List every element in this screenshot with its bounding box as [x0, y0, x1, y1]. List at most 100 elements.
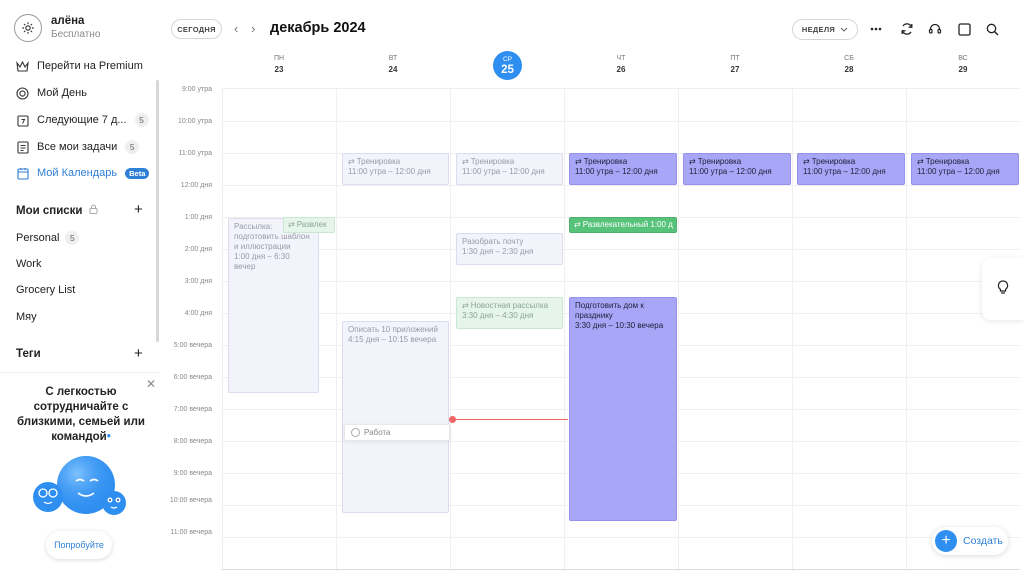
event-training-sun[interactable]: ⇄ Тренировка 11:00 утра – 12:00 дня	[911, 153, 1019, 185]
event-sort-mail[interactable]: Разобрать почту 1:30 дня – 2:30 дня	[456, 233, 563, 265]
time-label: 2:00 дня	[184, 246, 212, 253]
task-title: Работа	[364, 428, 391, 437]
support-headset-icon[interactable]	[927, 21, 943, 37]
event-title: Развлекательный 1:00 д	[582, 220, 673, 229]
event-time: 3:30 дня – 4:30 дня	[462, 311, 534, 320]
event-training-wed[interactable]: ⇄ Тренировка 11:00 утра – 12:00 дня	[456, 153, 563, 185]
day-header-today[interactable]: СР 25	[493, 51, 522, 80]
event-time: 11:00 утра – 12:00 дня	[917, 167, 1000, 176]
search-icon[interactable]	[984, 21, 1000, 37]
event-title: Тренировка	[811, 157, 856, 166]
event-title: Описать 10 приложений	[348, 325, 438, 334]
profile[interactable]: алёна Бесплатно	[14, 14, 100, 42]
sidebar-scrollbar[interactable]	[156, 80, 159, 342]
event-describe-apps[interactable]: Описать 10 приложений 4:15 дня – 10:15 в…	[342, 321, 449, 513]
time-label: 11:00 вечера	[170, 529, 212, 536]
day-header-sun[interactable]: ВС 29	[906, 54, 1020, 76]
divider	[222, 569, 1020, 570]
nav-my-calendar[interactable]: Мой Календарь Beta	[16, 164, 150, 182]
beta-badge: Beta	[125, 167, 150, 179]
create-button[interactable]: + Создать	[932, 527, 1008, 555]
tags-title: Теги	[16, 348, 41, 360]
list-label: Personal	[16, 232, 60, 244]
task-work[interactable]: Работа	[344, 424, 450, 441]
nav-next-7-days[interactable]: Следующие 7 д... 5	[16, 111, 149, 129]
nav-all-tasks[interactable]: Все мои задачи 5	[16, 138, 140, 156]
chevron-left-icon[interactable]: ‹	[234, 22, 238, 35]
time-label: 1:00 дня	[184, 214, 212, 221]
repeat-icon: ⇄	[575, 157, 582, 166]
repeat-icon: ⇄	[288, 220, 295, 229]
nav-my-day[interactable]: Мой День	[16, 84, 87, 102]
hour-line	[222, 121, 1020, 122]
event-mailing[interactable]: Рассылка: подготовить шаблон и иллюстрац…	[228, 218, 319, 393]
day-header-mon[interactable]: ПН 23	[222, 54, 336, 76]
list-icon	[16, 140, 29, 154]
time-label: 12:00 дня	[180, 182, 212, 189]
my-lists-header[interactable]: Мои списки	[16, 204, 98, 217]
time-label: 6:00 вечера	[173, 374, 212, 381]
day-header-thu[interactable]: ЧТ 26	[564, 54, 678, 76]
add-list-plus-icon[interactable]: +	[134, 202, 143, 217]
more-icon[interactable]	[868, 21, 884, 37]
count-badge: 5	[134, 113, 149, 127]
event-prepare-house[interactable]: Подготовить дом к празднику 3:30 дня – 1…	[569, 297, 677, 521]
nav-label: Мой День	[37, 87, 87, 99]
profile-name: алёна	[51, 15, 85, 27]
event-training-sat[interactable]: ⇄ Тренировка 11:00 утра – 12:00 дня	[797, 153, 905, 185]
nav-premium[interactable]: Перейти на Premium	[16, 57, 143, 75]
add-tag-plus-icon[interactable]: +	[134, 346, 143, 361]
view-select-label: НЕДЕЛЯ	[801, 25, 836, 34]
day-column-line	[222, 89, 223, 571]
event-training-tue[interactable]: ⇄ Тренировка 11:00 утра – 12:00 дня	[342, 153, 449, 185]
count-badge: 5	[65, 231, 80, 245]
today-button[interactable]: СЕГОДНЯ	[171, 19, 222, 39]
promo-text: С легкостью сотрудничайте с близкими, се…	[16, 386, 146, 443]
day-header-fri[interactable]: ПТ 27	[678, 54, 792, 76]
day-header-tue[interactable]: ВТ 24	[336, 54, 450, 76]
list-item-personal[interactable]: Personal 5	[16, 231, 80, 245]
calendar-seven-icon	[16, 114, 29, 127]
try-button[interactable]: Попробуйте	[46, 531, 112, 559]
lock-icon	[89, 204, 98, 217]
sync-icon[interactable]	[899, 21, 915, 37]
event-newsletter[interactable]: ⇄ Новостная рассылка 3:30 дня – 4:30 дня	[456, 297, 563, 329]
event-title: Подготовить дом к празднику	[575, 301, 644, 320]
event-fun-thu[interactable]: ⇄ Развлекательный 1:00 д	[569, 217, 677, 233]
day-column-line	[450, 89, 451, 571]
settings-gear-icon[interactable]	[14, 14, 42, 42]
time-label: 7:00 вечера	[173, 406, 212, 413]
repeat-icon: ⇄	[689, 157, 696, 166]
month-title: декабрь 2024	[270, 20, 366, 36]
day-of-week: ПТ	[730, 55, 740, 62]
day-header-sat[interactable]: СБ 28	[792, 54, 906, 76]
event-training-fri[interactable]: ⇄ Тренировка 11:00 утра – 12:00 дня	[683, 153, 791, 185]
list-item-grocery[interactable]: Grocery List	[16, 284, 75, 296]
tips-panel-toggle[interactable]	[982, 258, 1024, 320]
event-time: 1:00 дня – 6:30 вечер	[234, 252, 290, 271]
view-select[interactable]: НЕДЕЛЯ	[792, 19, 858, 40]
nav-label: Следующие 7 д...	[37, 114, 127, 126]
list-item-meow[interactable]: Мяу	[16, 311, 37, 323]
my-lists-title: Мои списки	[16, 204, 83, 217]
day-column-line	[906, 89, 907, 571]
tags-header[interactable]: Теги	[16, 348, 41, 360]
chevron-right-icon[interactable]: ›	[251, 22, 255, 35]
nav-label: Все мои задачи	[37, 141, 118, 153]
time-label: 3:00 дня	[184, 278, 212, 285]
checkbox[interactable]	[351, 428, 360, 437]
repeat-icon: ⇄	[917, 157, 924, 166]
event-title: Разобрать почту	[462, 237, 524, 246]
square-icon[interactable]	[956, 21, 972, 37]
list-item-work[interactable]: Work	[16, 258, 41, 270]
lightbulb-icon	[997, 280, 1009, 298]
team-illustration	[33, 456, 126, 515]
event-training-thu[interactable]: ⇄ Тренировка 11:00 утра – 12:00 дня	[569, 153, 677, 185]
day-number: 23	[274, 65, 284, 74]
time-label: 10:00 утра	[178, 118, 212, 125]
time-label: 11:00 утра	[178, 150, 212, 157]
day-number: 29	[958, 65, 968, 74]
event-fun-mon[interactable]: ⇄ Развлек	[283, 217, 335, 233]
event-time: 11:00 утра – 12:00 дня	[462, 167, 545, 176]
day-number: 26	[616, 65, 626, 74]
